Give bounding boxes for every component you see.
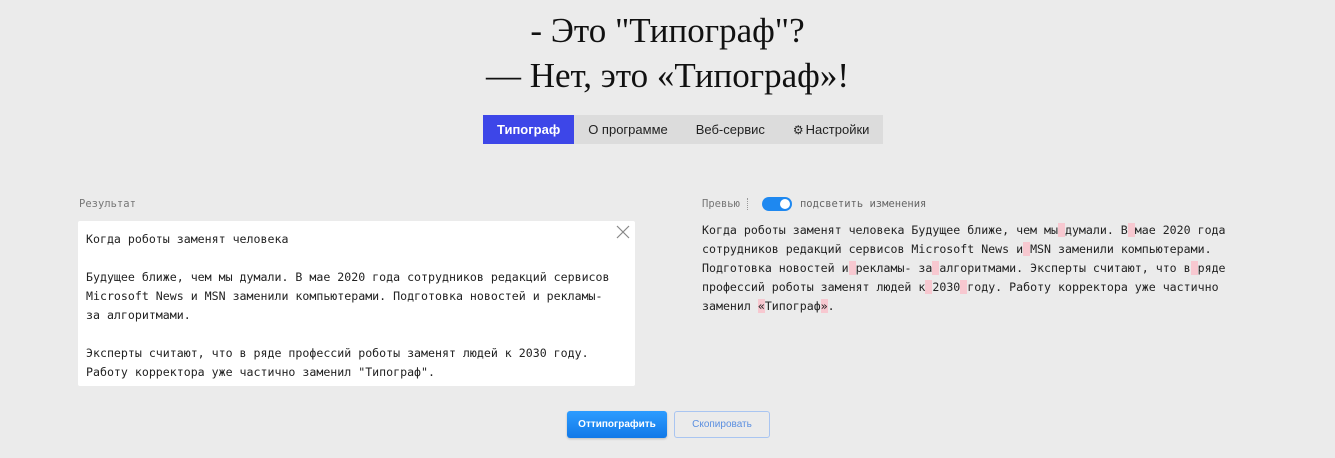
preview-header: Превью подсветить изменения: [702, 196, 926, 212]
preview-line: заменил «Типограф».: [702, 297, 1272, 316]
preview-segment: MSN заменили компьютерами.: [1030, 242, 1212, 256]
preview-segment: думали. В: [1064, 223, 1128, 237]
copy-button[interactable]: Скопировать: [674, 411, 770, 438]
tab-settings[interactable]: ⚙ Настройки: [779, 115, 884, 144]
gear-icon: ⚙: [792, 123, 804, 137]
tab-about[interactable]: О программе: [574, 115, 682, 144]
preview-segment: профессий роботы заменят людей к: [702, 280, 926, 294]
toggle-knob: [779, 199, 790, 209]
preview-segment: мае 2020 года: [1134, 223, 1226, 237]
preview-line: Подготовка новостей и рекламы- за алгори…: [702, 259, 1272, 278]
highlighted-change: [1190, 261, 1198, 275]
preview-segment: рекламы- за: [855, 261, 933, 275]
close-icon[interactable]: [616, 225, 630, 239]
highlighted-change: «: [757, 299, 765, 313]
tab-typograph[interactable]: Типограф: [483, 115, 575, 144]
preview-segment: 2030: [932, 280, 961, 294]
page-title: - Это "Типограф"? — Нет, это «Типограф»!: [0, 8, 1335, 98]
highlighted-change: »: [820, 299, 828, 313]
tab-bar: Типограф О программе Веб-сервис ⚙ Настрой…: [483, 115, 884, 144]
preview-segment: Когда роботы заменят человека Будущее бл…: [702, 223, 1058, 237]
preview-segment: ряде: [1197, 261, 1226, 275]
title-line-2: — Нет, это «Типограф»!: [485, 56, 850, 95]
preview-segment: году. Работу корректора уже частично: [967, 280, 1219, 294]
preview-text: Когда роботы заменят человека Будущее бл…: [702, 221, 1272, 316]
tab-web-service[interactable]: Веб-сервис: [682, 115, 779, 144]
highlighted-change: [848, 261, 856, 275]
preview-label: Превью: [702, 198, 740, 210]
divider: [746, 198, 748, 210]
title-line-1: - Это "Типограф"?: [530, 11, 805, 50]
preview-line: профессий роботы заменят людей к 2030 го…: [702, 278, 1272, 297]
preview-segment: Типограф: [764, 299, 821, 313]
preview-line: Когда роботы заменят человека Будущее бл…: [702, 221, 1272, 240]
highlighted-change: [1127, 223, 1135, 237]
result-label: Результат: [79, 198, 136, 210]
preview-line: сотрудников редакций сервисов Microsoft …: [702, 240, 1272, 259]
preview-segment: заменил: [702, 299, 758, 313]
result-textarea[interactable]: Когда роботы заменят человека Будущее бл…: [78, 221, 635, 386]
highlight-changes-toggle[interactable]: [761, 197, 792, 211]
tab-settings-label: Настройки: [805, 122, 870, 137]
preview-segment: сотрудников редакций сервисов Microsoft …: [702, 242, 1024, 256]
typograph-button[interactable]: Оттипографить: [567, 411, 667, 438]
result-text[interactable]: Когда роботы заменят человека Будущее бл…: [86, 230, 627, 382]
highlight-changes-label: подсветить изменения: [799, 198, 927, 210]
preview-segment: .: [827, 299, 835, 313]
highlighted-change: [1057, 223, 1065, 237]
preview-segment: Подготовка новостей и: [702, 261, 849, 275]
preview-segment: алгоритмами. Эксперты считают, что в: [939, 261, 1191, 275]
